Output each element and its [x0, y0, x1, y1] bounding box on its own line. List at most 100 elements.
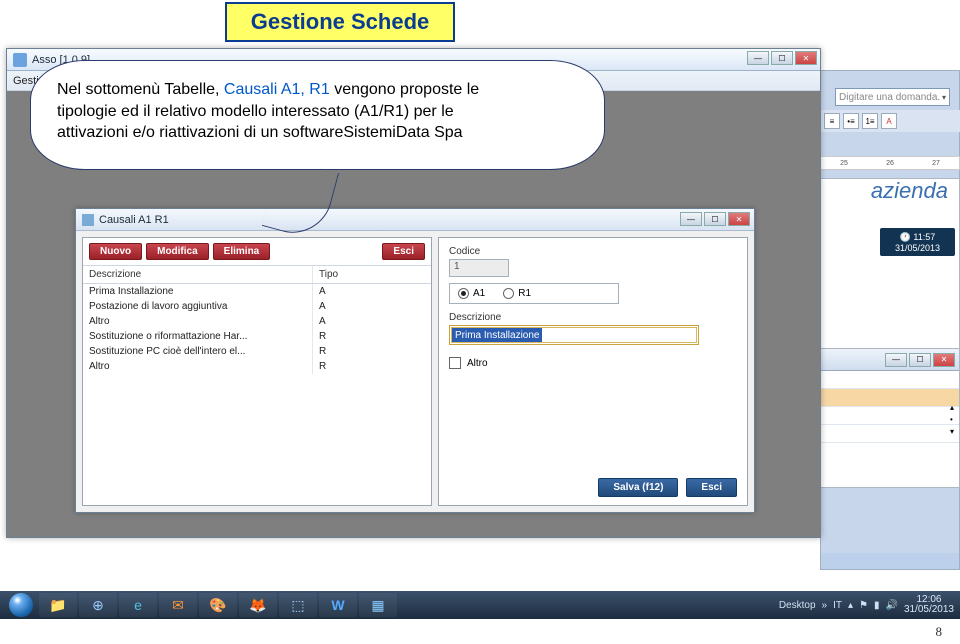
cell-tipo: R [313, 344, 403, 359]
list-body: Prima InstallazioneA Postazione di lavor… [83, 284, 431, 374]
cell-descr: Prima Installazione [83, 284, 313, 299]
secondary-window: — ☐ ✕ [820, 348, 960, 488]
maximize-button[interactable]: ☐ [771, 51, 793, 65]
radio-icon [503, 288, 514, 299]
bubble-text: vengono proposte le [334, 81, 479, 98]
align-justify-icon[interactable]: ≡ [824, 113, 840, 129]
dialog-title: Causali A1 R1 [99, 214, 169, 226]
nuovo-button[interactable]: Nuovo [89, 243, 142, 260]
cell-descr: Sostituzione o riformattazione Har... [83, 329, 313, 344]
page-title-box: Gestione Schede [225, 2, 455, 42]
taskbar-hp-icon[interactable]: ⊕ [79, 593, 117, 617]
minimize-button[interactable]: — [680, 212, 702, 226]
network-icon[interactable]: ▮ [874, 600, 880, 611]
taskbar-explorer-icon[interactable]: 📁 [39, 593, 77, 617]
taskbar-ie-icon[interactable]: e [119, 593, 157, 617]
cell-descr: Sostituzione PC cioè dell'intero el... [83, 344, 313, 359]
maximize-button[interactable]: ☐ [909, 353, 931, 367]
minimize-button[interactable]: — [747, 51, 769, 65]
radio-a1-label: A1 [473, 288, 485, 299]
taskbar-paint-icon[interactable]: 🎨 [199, 593, 237, 617]
list-header-row: Descrizione Tipo [83, 265, 431, 284]
tray-chevron-icon[interactable]: » [822, 600, 828, 611]
maximize-button[interactable]: ☐ [704, 212, 726, 226]
annotation-bubble: Nel sottomenù Tabelle, Causali A1, R1 ve… [30, 60, 605, 170]
cell-descr: Altro [83, 359, 313, 374]
causali-dialog: Causali A1 R1 — ☐ ✕ Nuovo Modifica Elimi… [75, 208, 755, 513]
cell-descr: Altro [83, 314, 313, 329]
volume-icon[interactable]: 🔊 [885, 600, 897, 611]
list-row[interactable]: Sostituzione PC cioè dell'intero el...R [83, 344, 431, 359]
radio-r1-label: R1 [518, 288, 531, 299]
col-tipo-header[interactable]: Tipo [313, 266, 403, 283]
esci-button-2[interactable]: Esci [686, 478, 737, 497]
modifica-button[interactable]: Modifica [146, 243, 209, 260]
help-search-box[interactable]: Digitare una domanda. ▾ [835, 88, 950, 106]
minimize-button[interactable]: — [885, 353, 907, 367]
radio-a1[interactable]: A1 [458, 288, 485, 299]
cell-tipo: A [313, 314, 403, 329]
descrizione-label: Descrizione [449, 312, 737, 323]
cell-tipo: A [313, 284, 403, 299]
secondary-titlebar: — ☐ ✕ [821, 349, 959, 371]
language-indicator[interactable]: IT [833, 600, 842, 611]
taskbar-firefox-icon[interactable]: 🦊 [239, 593, 277, 617]
tray-up-icon[interactable]: ▴ [848, 600, 853, 611]
ruler: 25 26 27 [820, 156, 960, 170]
font-color-icon[interactable]: A [881, 113, 897, 129]
codice-field[interactable]: 1 [449, 259, 509, 277]
altro-checkbox-row[interactable]: Altro [449, 357, 737, 369]
radio-r1[interactable]: R1 [503, 288, 531, 299]
cell-tipo: A [313, 299, 403, 314]
bullet-list-icon[interactable]: •≡ [843, 113, 859, 129]
close-button[interactable]: ✕ [728, 212, 750, 226]
flag-icon[interactable]: ⚑ [859, 600, 868, 611]
scroll-up-icon[interactable]: ▴ [950, 403, 958, 411]
show-desktop-label[interactable]: Desktop [779, 600, 816, 611]
salva-button[interactable]: Salva (f12) [598, 478, 678, 497]
list-row[interactable]: Sostituzione o riformattazione Har...R [83, 329, 431, 344]
system-tray: Desktop » IT ▴ ⚑ ▮ 🔊 12:06 31/05/2013 [779, 595, 956, 616]
bubble-text: tipologie ed il relativo modello interes… [57, 103, 454, 120]
windows-logo-icon [9, 593, 33, 617]
taskbar-app-icon[interactable]: ⬚ [279, 593, 317, 617]
scroll-down-icon[interactable]: ▾ [950, 427, 958, 435]
checkbox-icon [449, 357, 461, 369]
radio-icon [458, 288, 469, 299]
col-descrizione-header[interactable]: Descrizione [83, 266, 313, 283]
start-button[interactable] [4, 591, 38, 619]
elimina-button[interactable]: Elimina [213, 243, 271, 260]
secondary-row [821, 407, 959, 425]
chevron-down-icon: ▾ [942, 93, 946, 102]
scroll-indicators: ▴ • ▾ [950, 403, 958, 435]
secondary-row [821, 371, 959, 389]
number-list-icon[interactable]: 1≡ [862, 113, 878, 129]
bubble-text: Nel sottomenù Tabelle, [57, 81, 224, 98]
bubble-link-text: Causali A1, R1 [224, 81, 334, 98]
taskbar-outlook-icon[interactable]: ✉ [159, 593, 197, 617]
list-row[interactable]: Prima InstallazioneA [83, 284, 431, 299]
dialog-body: Nuovo Modifica Elimina Esci Descrizione … [76, 231, 754, 512]
taskbar-clock[interactable]: 12:06 31/05/2013 [904, 595, 954, 616]
list-row[interactable]: AltroR [83, 359, 431, 374]
esci-button[interactable]: Esci [382, 243, 425, 260]
help-search-placeholder: Digitare una domanda. [839, 92, 940, 103]
dialog-icon [82, 214, 94, 226]
taskbar-app2-icon[interactable]: ▦ [359, 593, 397, 617]
scroll-dot-icon[interactable]: • [950, 415, 958, 423]
close-button[interactable]: ✕ [795, 51, 817, 65]
word-statusbar [821, 553, 959, 569]
desktop-clock-widget: 🕐 11:57 31/05/2013 [880, 228, 955, 256]
descrizione-field[interactable]: Prima Installazione [449, 325, 699, 345]
list-row[interactable]: Postazione di lavoro aggiuntivaA [83, 299, 431, 314]
app-icon [13, 53, 27, 67]
toolbar-row: Nuovo Modifica Elimina Esci [83, 238, 431, 265]
list-row[interactable]: AltroA [83, 314, 431, 329]
taskbar-word-icon[interactable]: W [319, 593, 357, 617]
detail-panel: Codice 1 A1 R1 Descrizione Prima Install… [438, 237, 748, 506]
close-button[interactable]: ✕ [933, 353, 955, 367]
list-panel: Nuovo Modifica Elimina Esci Descrizione … [82, 237, 432, 506]
tipo-radio-group: A1 R1 [449, 283, 619, 304]
ruler-tick: 26 [886, 160, 894, 167]
descrizione-value: Prima Installazione [452, 328, 542, 342]
